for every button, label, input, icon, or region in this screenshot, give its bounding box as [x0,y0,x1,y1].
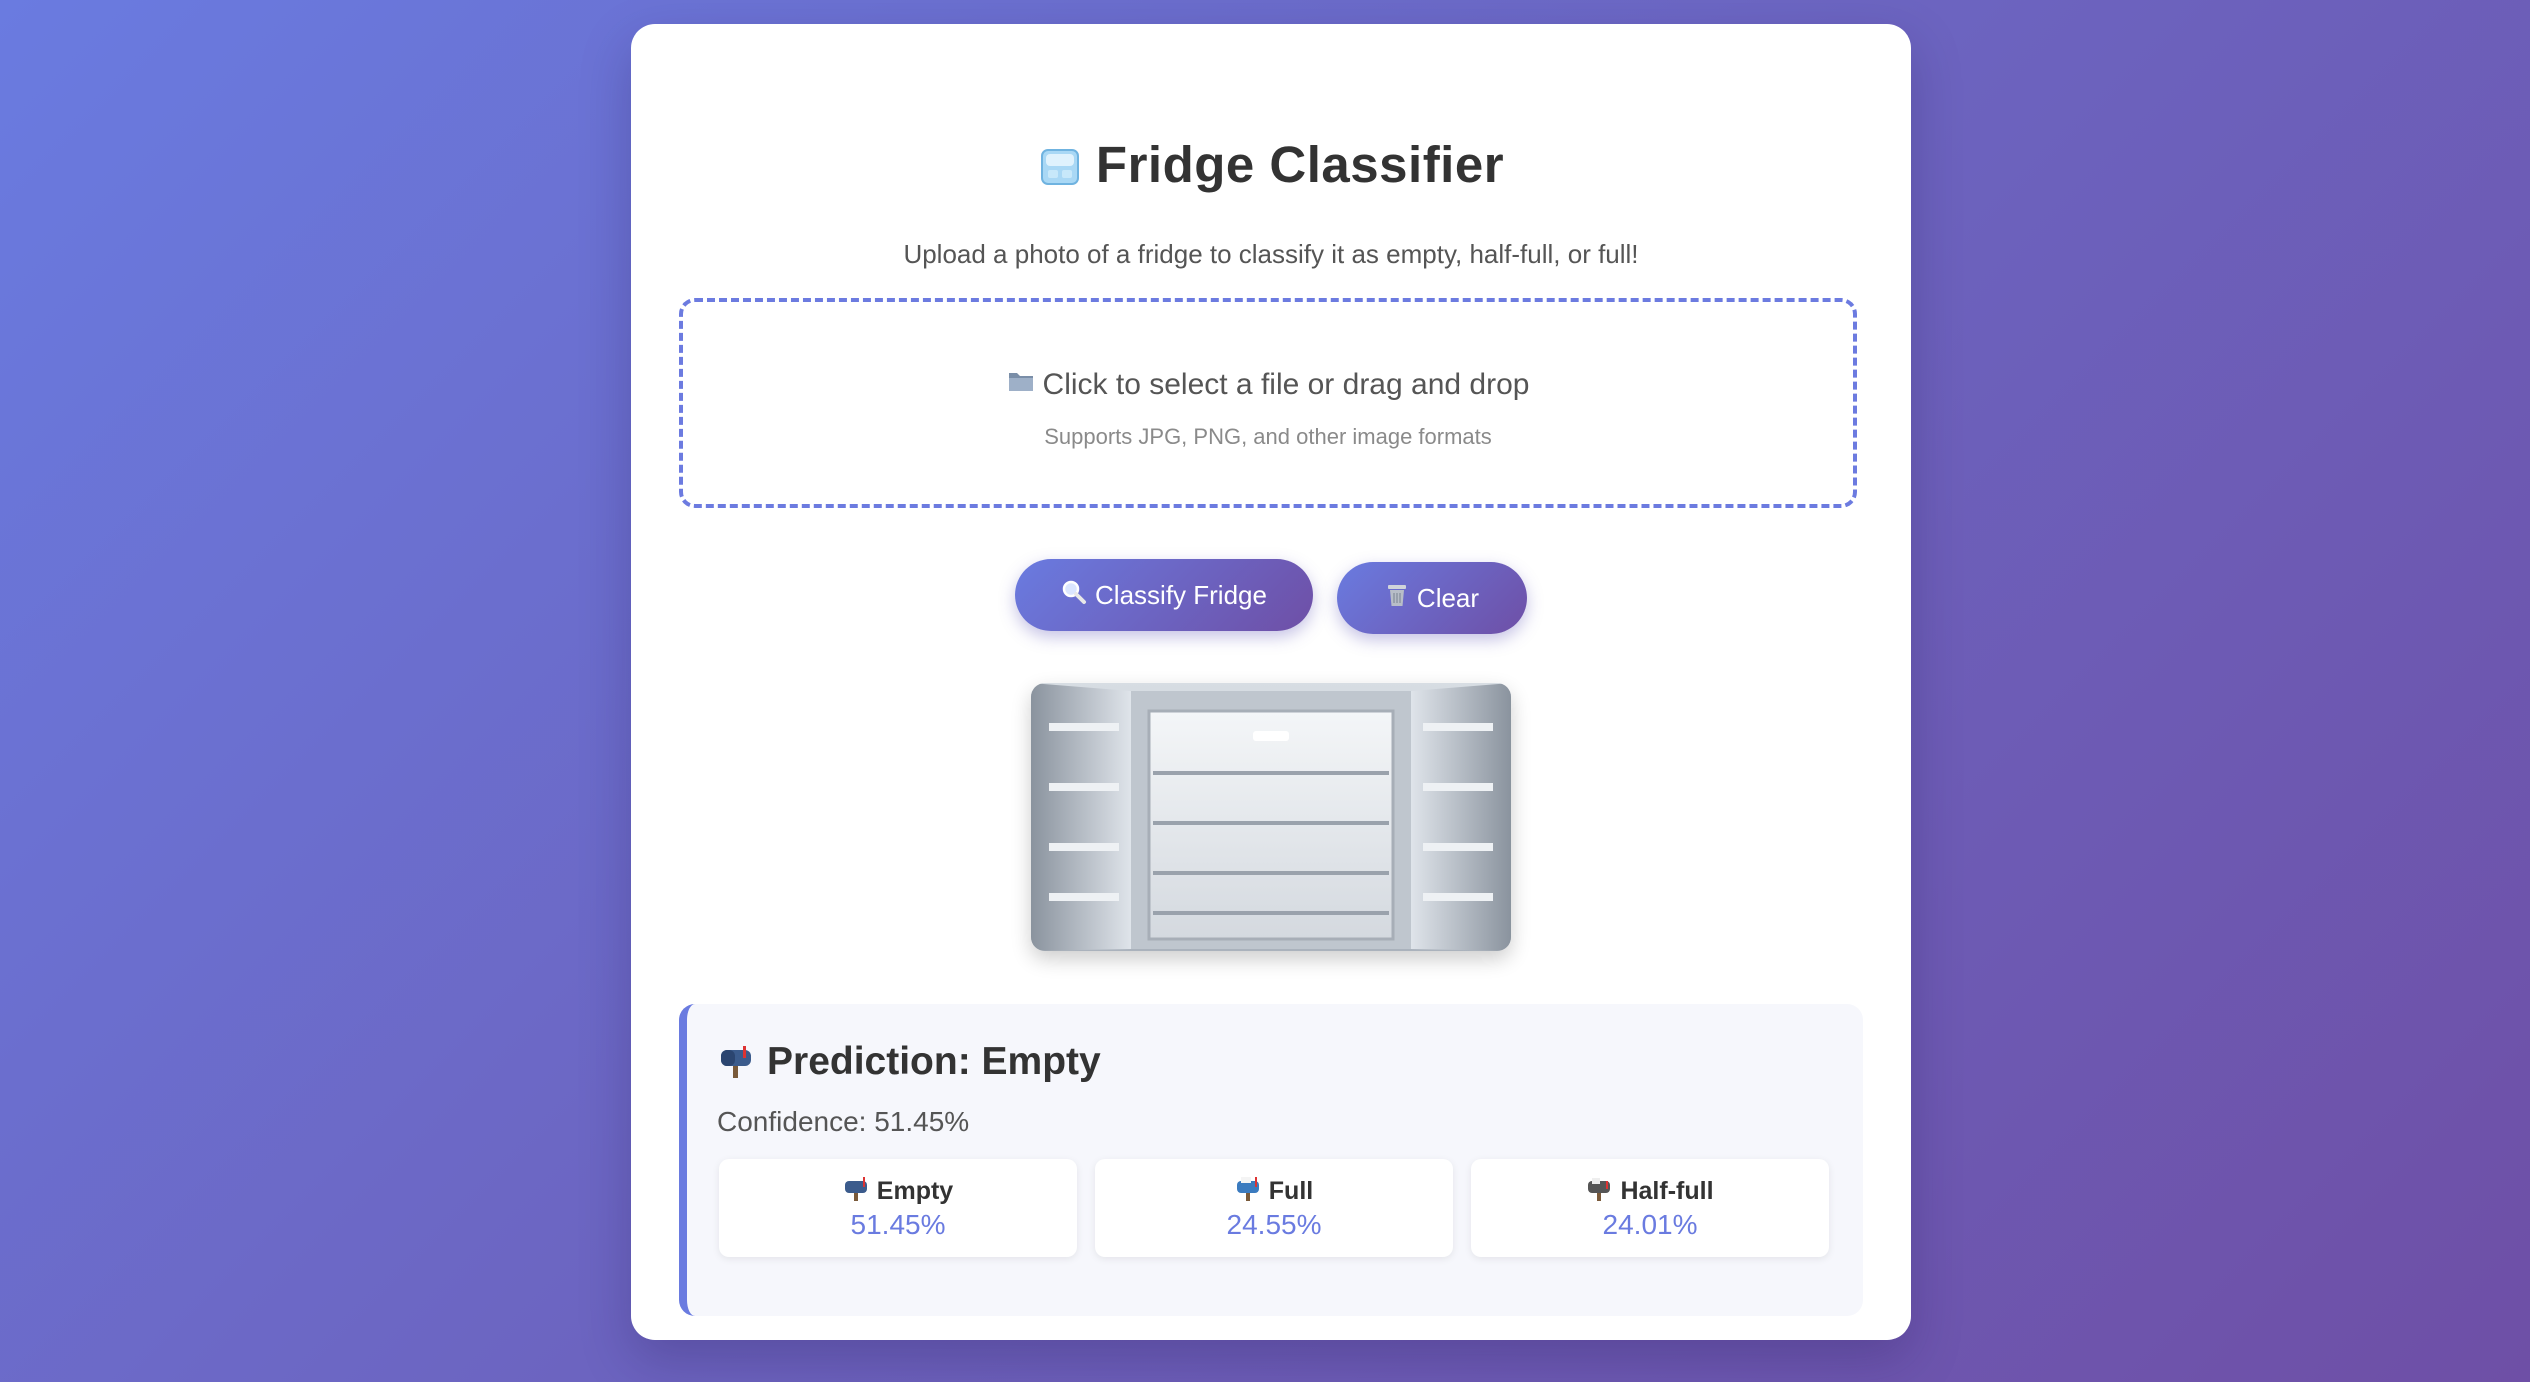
clear-button-label: Clear [1416,582,1480,613]
fridge-preview-image [1031,683,1511,951]
mailbox-half-icon [1586,1175,1614,1208]
class-label: Full [1095,1175,1453,1208]
mailbox-empty-icon [843,1175,871,1208]
prediction-title: Prediction: Empty [767,1040,1101,1083]
class-value: 24.55% [1226,1209,1322,1240]
main-card: Fridge Classifier Upload a photo of a fr… [631,24,1911,1340]
class-value: 24.01% [1602,1209,1698,1240]
header: Fridge Classifier [631,124,1911,204]
class-card-half-full: Half-full 24.01% [1471,1159,1829,1257]
dropzone-text: Click to select a file or drag and drop [1042,368,1530,401]
image-preview [1031,683,1511,951]
class-card-full: Full 24.55% [1095,1159,1453,1257]
dropzone-main: Click to select a file or drag and drop [683,368,1853,402]
class-card-empty: Empty 51.45% [719,1159,1077,1257]
magnifier-icon [1061,579,1087,612]
classify-button-label: Classify Fridge [1095,579,1267,610]
page-subtitle: Upload a photo of a fridge to classify i… [903,239,1639,269]
dropzone-hint: Supports JPG, PNG, and other image forma… [1044,424,1492,449]
confidence-text: Confidence: 51.45% [717,1106,970,1137]
class-value: 51.45% [850,1209,946,1240]
folder-icon [1007,368,1035,402]
ice-cube-icon [1038,144,1079,185]
trash-icon [1385,582,1409,615]
mailbox-icon [717,1042,755,1083]
prediction-header: Prediction: Empty [717,1040,1101,1084]
class-label: Half-full [1471,1175,1829,1208]
mailbox-full-icon [1235,1175,1263,1208]
clear-button[interactable]: Clear [1337,562,1527,634]
class-label: Empty [719,1175,1077,1208]
classify-button[interactable]: Classify Fridge [1015,559,1313,631]
page-title: Fridge Classifier [1095,135,1505,193]
prediction-result: Prediction: Empty Confidence: 51.45% Emp… [679,1004,1863,1316]
file-dropzone[interactable]: Click to select a file or drag and drop … [679,298,1857,508]
